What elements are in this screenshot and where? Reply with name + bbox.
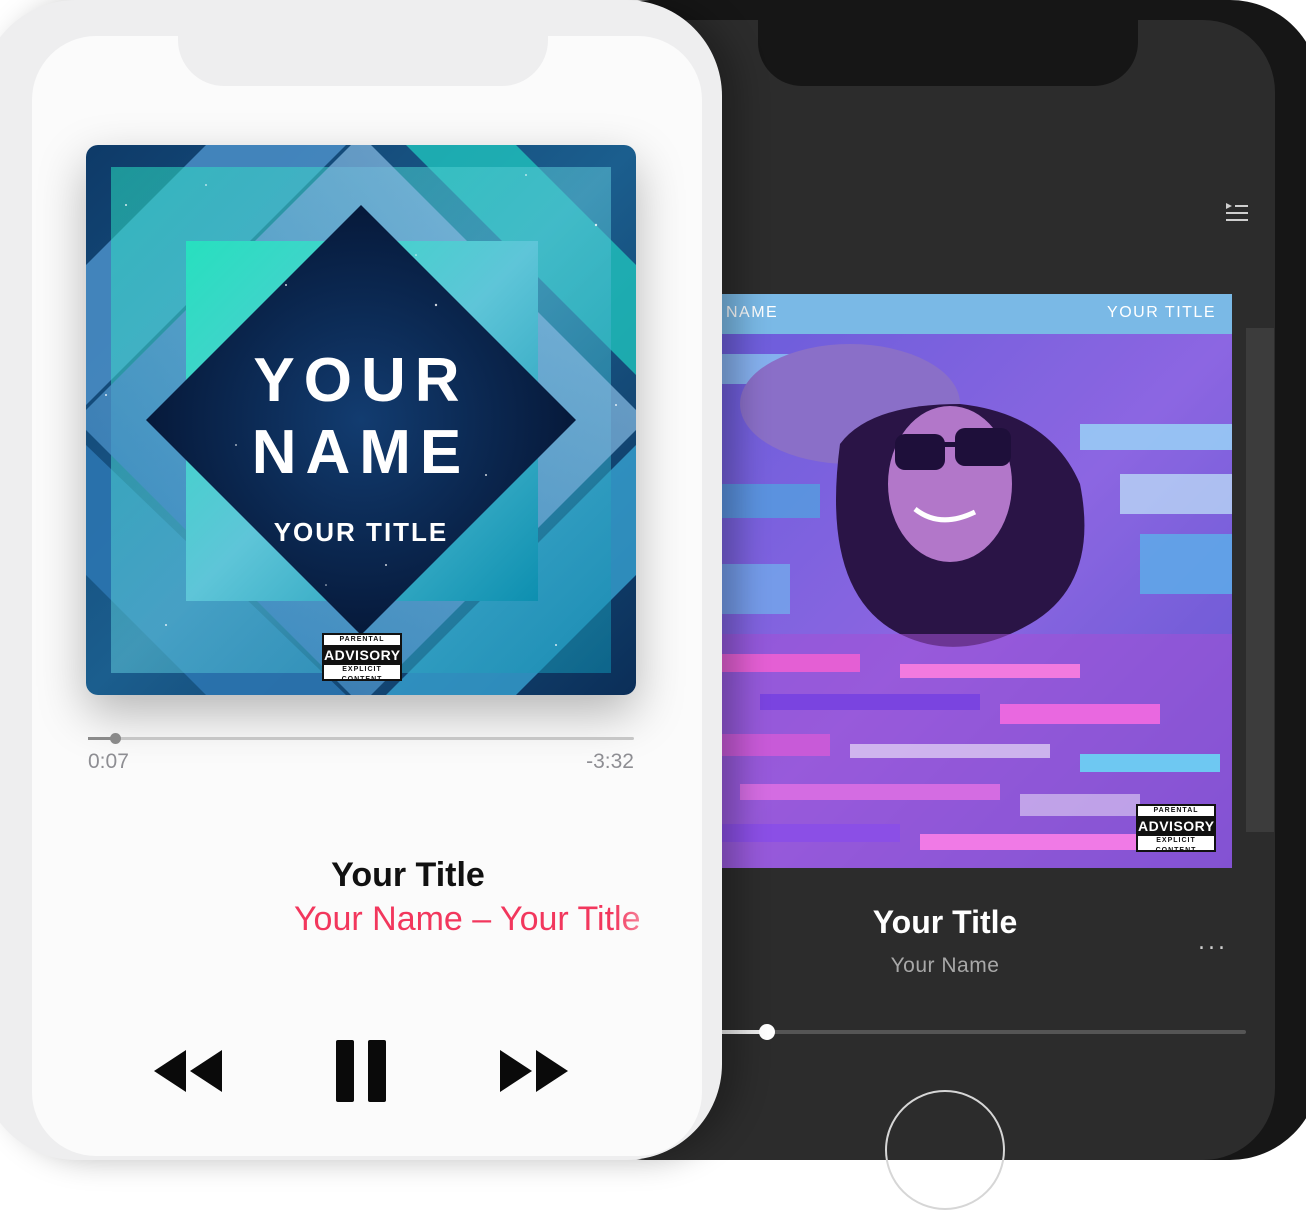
dark-track-artist[interactable]: Your Name [820, 954, 1070, 978]
dark-scrollbar[interactable] [1246, 328, 1274, 832]
light-album-cover: YOUR NAME YOUR TITLE PARENTAL ADVISORY E… [86, 145, 636, 695]
rewind-icon[interactable] [152, 1048, 224, 1094]
dark-cover-band: NAME YOUR TITLE [700, 294, 1232, 334]
cover-name-line-1: YOUR [253, 346, 469, 415]
fast-forward-icon[interactable] [498, 1048, 570, 1094]
light-track-artist-album[interactable]: Your Name – Your Title [294, 900, 684, 939]
light-phone-notch [178, 32, 548, 86]
dark-play-pause-button[interactable] [885, 1090, 1005, 1210]
dark-progress-bar[interactable] [720, 1024, 1246, 1040]
dark-parental-advisory-label: PARENTAL ADVISORY EXPLICIT CONTENT [1136, 804, 1216, 854]
time-elapsed: 0:07 [88, 750, 129, 773]
advisory-top-text: PARENTAL [1153, 807, 1199, 814]
light-parental-advisory-label: PARENTAL ADVISORY EXPLICIT CONTENT [322, 633, 402, 683]
dark-cover-name: NAME [726, 304, 779, 321]
queue-icon[interactable] [1224, 200, 1250, 226]
advisory-bottom-text: EXPLICIT CONTENT [341, 666, 383, 683]
cover-title: YOUR TITLE [273, 517, 449, 547]
time-remaining: -3:32 [586, 750, 634, 773]
more-options-button[interactable]: ... [1198, 930, 1228, 955]
light-progress-bar[interactable] [88, 733, 634, 744]
advisory-bottom-text: EXPLICIT CONTENT [1155, 837, 1197, 854]
dark-album-cover: NAME YOUR TITLE [700, 294, 1232, 868]
pause-icon[interactable] [334, 1038, 388, 1104]
dark-track-title: Your Title [872, 904, 1018, 940]
cover-name-line-2: NAME [251, 418, 471, 487]
dark-cover-title: YOUR TITLE [1107, 304, 1216, 321]
light-track-title: Your Title [331, 856, 485, 894]
glitch-portrait-art [700, 334, 1232, 868]
advisory-middle-text: ADVISORY [1138, 816, 1215, 836]
dark-phone-notch [758, 18, 1138, 86]
advisory-top-text: PARENTAL [339, 636, 385, 643]
advisory-middle-text: ADVISORY [324, 645, 401, 665]
